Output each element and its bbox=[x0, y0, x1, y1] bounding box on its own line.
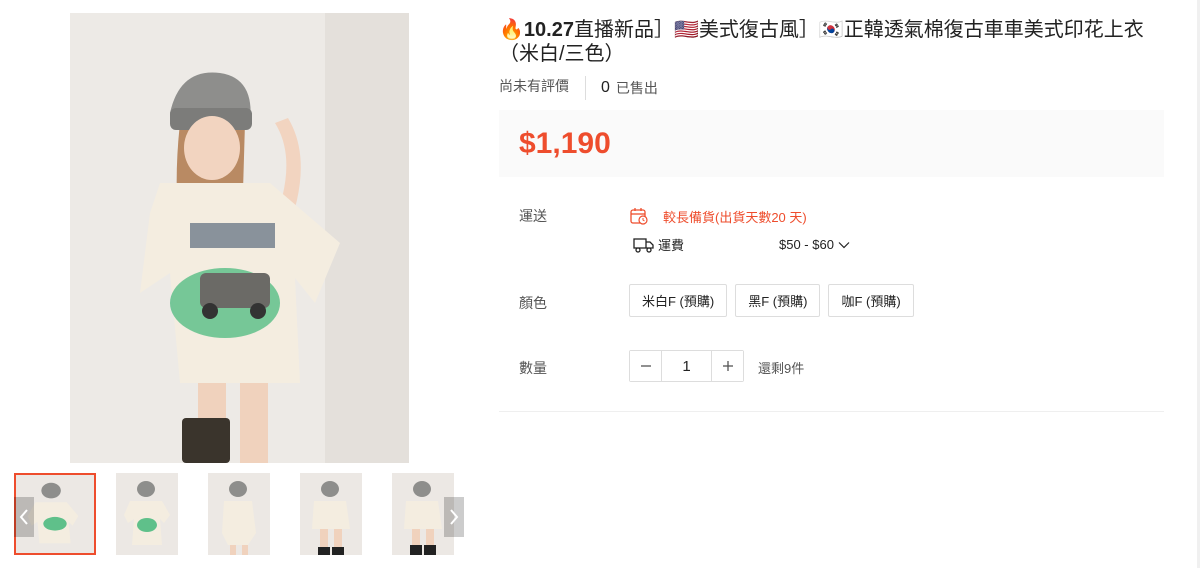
thumbnail-photo bbox=[116, 473, 178, 555]
decrease-button[interactable] bbox=[630, 351, 661, 381]
color-options: 米白F (預購) 黑F (預購) 咖F (預購) bbox=[629, 284, 922, 317]
color-label: 顏色 bbox=[519, 295, 547, 311]
chevron-down-icon bbox=[838, 241, 850, 248]
rating-text[interactable]: 尚未有評價 bbox=[499, 76, 586, 100]
title-date: 10.27 bbox=[523, 19, 574, 41]
divider bbox=[499, 411, 1164, 412]
product-title: 🔥10.27直播新品］🇺🇸美式復古風］🇰🇷正韓透氣棉復古車車美式印花上衣（米白/… bbox=[499, 18, 1164, 66]
sold-label: 已售出 bbox=[615, 80, 658, 96]
chevron-right-icon bbox=[450, 509, 459, 525]
stock-text: 還剩9件 bbox=[758, 361, 805, 376]
preorder-text: 較長備貨(出貨天數20 天) bbox=[663, 209, 807, 225]
thumbnail-2[interactable] bbox=[116, 473, 178, 555]
product-photo bbox=[70, 13, 409, 463]
color-option-white[interactable]: 米白F (預購) bbox=[629, 284, 728, 317]
calendar-clock-icon bbox=[630, 208, 648, 225]
thumbnail-3[interactable] bbox=[208, 473, 270, 555]
thumbnail-photo bbox=[208, 473, 270, 555]
shipping-fee: 運費 $50 - $60 bbox=[633, 235, 893, 254]
product-stats: 尚未有評價 0 已售出 bbox=[499, 76, 1164, 100]
title-text: 直播新品］🇺🇸美式復古風］🇰🇷正韓透氣棉復古車車美式印花上衣（米白/三色） bbox=[499, 19, 1144, 65]
color-option-black[interactable]: 黑F (預購) bbox=[735, 284, 821, 317]
quantity-input[interactable] bbox=[661, 351, 712, 381]
thumbnail-4[interactable] bbox=[300, 473, 362, 555]
shipping-label: 運送 bbox=[519, 208, 547, 224]
shipping-fee-value: $50 - $60 bbox=[779, 237, 834, 252]
thumbnail-next-button[interactable] bbox=[444, 497, 464, 537]
sold-count: 0 bbox=[601, 79, 610, 96]
truck-icon bbox=[633, 237, 654, 253]
shipping-fee-label: 運費 bbox=[658, 238, 685, 253]
preorder-notice: 較長備貨(出貨天數20 天) bbox=[629, 206, 807, 226]
thumbnail-strip bbox=[14, 473, 464, 555]
chevron-left-icon bbox=[19, 509, 28, 525]
thumbnail-prev-button[interactable] bbox=[14, 497, 34, 537]
product-price: $1,190 bbox=[519, 126, 611, 160]
color-option-brown[interactable]: 咖F (預購) bbox=[828, 284, 914, 317]
fire-emoji: 🔥 bbox=[499, 19, 524, 41]
thumbnail-photo bbox=[300, 473, 362, 555]
shipping-fee-dropdown[interactable]: $50 - $60 bbox=[779, 237, 853, 252]
quantity-label: 數量 bbox=[519, 360, 547, 376]
price-section: $1,190 bbox=[499, 110, 1164, 177]
main-product-image[interactable] bbox=[70, 13, 409, 463]
quantity-stepper bbox=[629, 350, 744, 382]
product-info: 🔥10.27直播新品］🇺🇸美式復古風］🇰🇷正韓透氣棉復古車車美式印花上衣（米白/… bbox=[499, 18, 1164, 412]
plus-icon bbox=[722, 361, 733, 371]
minus-icon bbox=[640, 365, 651, 367]
increase-button[interactable] bbox=[712, 351, 743, 381]
